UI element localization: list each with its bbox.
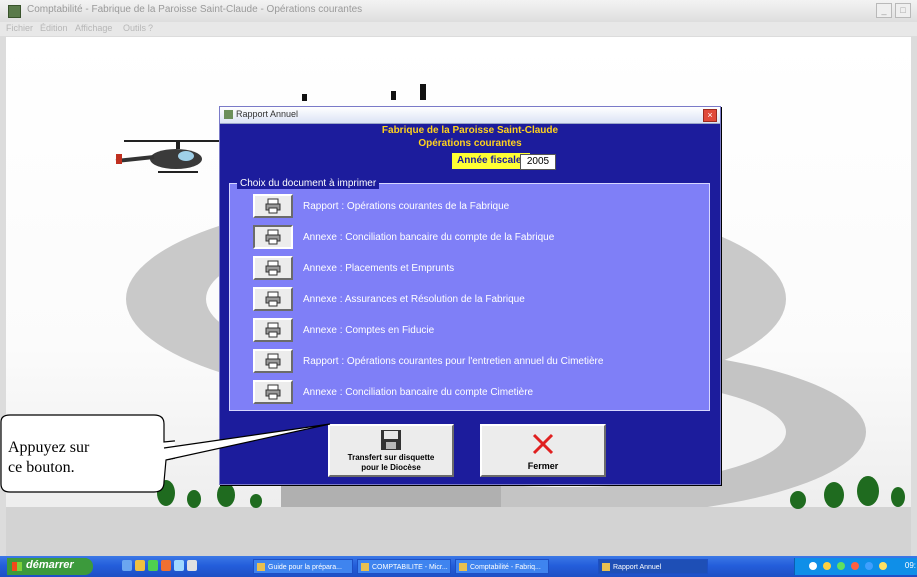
access-icon [361, 563, 369, 571]
transfer-label-line1: Transfert sur disquette [347, 453, 435, 462]
close-x-icon [532, 433, 554, 455]
print-report-fabrique-button[interactable] [253, 194, 293, 218]
operations-title: Opérations courantes [418, 138, 522, 149]
helicopter-icon [115, 140, 236, 173]
fiscal-year-input[interactable]: 2005 [520, 154, 556, 170]
doc-label: Annexe : Assurances et Résolution de la … [303, 293, 525, 305]
app-titlebar: Comptabilité - Fabrique de la Paroisse S… [0, 0, 917, 23]
print-report-cimetiere-button[interactable] [253, 349, 293, 373]
dialog-close-button[interactable]: × [703, 109, 717, 122]
transfer-diskette-button[interactable]: Transfert sur disquette pour le Diocèse [328, 424, 454, 477]
doc-label: Annexe : Placements et Emprunts [303, 262, 455, 274]
tray-icon[interactable] [823, 562, 831, 570]
printer-icon [265, 322, 281, 338]
transfer-label-line2: pour le Diocèse [361, 463, 421, 472]
window-controls: _ □ [876, 3, 911, 18]
doc-row-placements: Annexe : Placements et Emprunts [253, 256, 454, 280]
doc-label: Annexe : Comptes en Fiducie [303, 324, 435, 336]
callout-pointer [163, 423, 331, 460]
task-rapport-annuel[interactable]: Rapport Annuel [598, 559, 708, 574]
group-title: Choix du document à imprimer [237, 178, 380, 189]
task-comptabilite-fabriq[interactable]: Comptabilité - Fabriq... [455, 559, 549, 574]
ie-icon[interactable] [122, 560, 132, 571]
print-conciliation-fabrique-button[interactable] [253, 225, 293, 249]
doc-row-assurances: Annexe : Assurances et Résolution de la … [253, 287, 525, 311]
callout-line1: Appuyez sur [8, 439, 90, 456]
menu-affichage[interactable]: Affichage [75, 23, 112, 33]
tray-icon[interactable] [851, 562, 859, 570]
menu-edition[interactable]: Édition [40, 23, 68, 33]
menu-help[interactable]: ? [148, 23, 153, 33]
doc-row-fiducie: Annexe : Comptes en Fiducie [253, 318, 434, 342]
doc-label: Annexe : Conciliation bancaire du compte… [303, 231, 555, 243]
menubar: Fichier Édition Affichage Outils ? [0, 22, 917, 36]
doc-row-conciliation-fabrique: Annexe : Conciliation bancaire du compte… [253, 225, 554, 249]
start-button[interactable]: démarrer [7, 558, 93, 575]
tray-icon[interactable] [865, 562, 873, 570]
dialog-title: Rapport Annuel [236, 109, 299, 119]
print-conciliation-cimetiere-button[interactable] [253, 380, 293, 404]
task-label: Comptabilité - Fabriq... [470, 564, 541, 571]
fiscal-year-label: Année fiscale: [452, 153, 530, 169]
doc-label: Rapport : Opérations courantes pour l'en… [303, 355, 604, 367]
doc-row-conciliation-cimetiere: Annexe : Conciliation bancaire du compte… [253, 380, 533, 404]
quick-launch [122, 560, 197, 571]
document-choice-group: Choix du document à imprimer Rapport : O… [229, 178, 710, 411]
tray-icon[interactable] [879, 562, 887, 570]
fermer-button[interactable]: Fermer [480, 424, 606, 477]
task-label: Rapport Annuel [613, 564, 662, 571]
callout-line2: ce bouton. [8, 459, 75, 476]
callout-text: Appuyez sur ce bouton. [8, 438, 89, 478]
dialog-app-icon [224, 110, 233, 119]
tray-icon[interactable] [837, 562, 845, 570]
dialog-titlebar: Rapport Annuel × [220, 107, 720, 124]
menu-outils[interactable]: Outils [123, 23, 146, 33]
task-comptabilite-micr[interactable]: COMPTABILITE - Micr... [357, 559, 451, 574]
print-assurances-button[interactable] [253, 287, 293, 311]
system-tray: 09: [794, 558, 917, 575]
printer-icon [265, 353, 281, 369]
menu-fichier[interactable]: Fichier [6, 23, 33, 33]
doc-row-rapport-fabrique: Rapport : Opérations courantes de la Fab… [253, 194, 509, 218]
folder-icon[interactable] [135, 560, 145, 571]
windows-logo-icon [12, 562, 22, 571]
task-guide[interactable]: Guide pour la prépara... [253, 559, 353, 574]
clock: 09: [904, 561, 916, 570]
doc-label: Rapport : Opérations courantes de la Fab… [303, 200, 510, 212]
taskbar: démarrer Guide pour la prépara... COMPTA… [0, 556, 917, 577]
start-label: démarrer [26, 559, 74, 571]
printer-icon [265, 198, 281, 214]
app-icon [8, 5, 21, 18]
app-title: Comptabilité - Fabrique de la Paroisse S… [27, 4, 363, 15]
desktop-icon[interactable] [174, 560, 184, 571]
media-icon[interactable] [148, 560, 158, 571]
organization-name: Fabrique de la Paroisse Saint-Claude [381, 125, 559, 136]
word-icon [257, 563, 265, 571]
doc-row-rapport-cimetiere: Rapport : Opérations courantes pour l'en… [253, 349, 603, 373]
doc-label: Annexe : Conciliation bancaire du compte… [303, 386, 534, 398]
app-icon[interactable] [161, 560, 171, 571]
printer-icon [265, 291, 281, 307]
print-fiducie-button[interactable] [253, 318, 293, 342]
print-placements-button[interactable] [253, 256, 293, 280]
maximize-button[interactable]: □ [895, 3, 911, 18]
printer-icon [265, 229, 281, 245]
tray-icon[interactable] [809, 562, 817, 570]
printer-icon [265, 260, 281, 276]
app-icon [459, 563, 467, 571]
task-label: COMPTABILITE - Micr... [372, 564, 448, 571]
explorer-icon[interactable] [187, 560, 197, 571]
minimize-button[interactable]: _ [876, 3, 892, 18]
task-label: Guide pour la prépara... [268, 564, 342, 571]
printer-icon [265, 384, 281, 400]
floppy-disk-icon [381, 430, 401, 450]
app-icon [602, 563, 610, 571]
fermer-label: Fermer [527, 461, 559, 471]
